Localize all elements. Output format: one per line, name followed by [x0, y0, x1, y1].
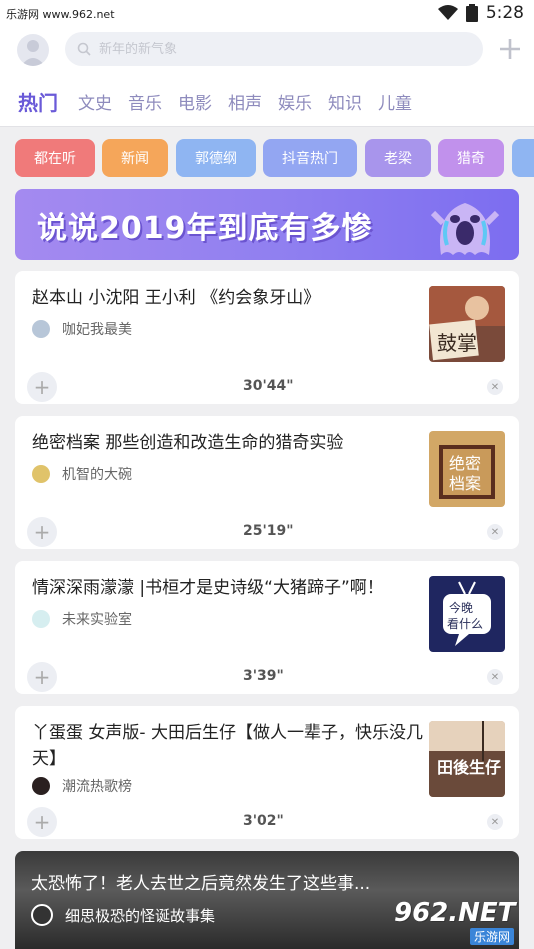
- header-divider: [0, 126, 534, 127]
- chip-5[interactable]: 猎奇: [438, 139, 504, 177]
- add-to-playlist-button[interactable]: +: [27, 807, 57, 837]
- banner-text: 说说2019年到底有多惨: [37, 211, 373, 246]
- svg-text:档案: 档案: [449, 474, 481, 493]
- audio-card[interactable]: 丫蛋蛋 女声版- 大田后生仔【做人一辈子，快乐没几天】 潮流热歌榜 田後生仔 +…: [15, 706, 519, 839]
- battery-icon: [465, 4, 478, 22]
- tab-hot[interactable]: 热门: [18, 87, 58, 116]
- dismiss-button[interactable]: ✕: [487, 814, 503, 830]
- card-title: 丫蛋蛋 女声版- 大田后生仔【做人一辈子，快乐没几天】: [32, 723, 423, 769]
- topic-chips: 都在听 新闻 郭德纲 抖音热门 老梁 猎奇: [15, 139, 534, 177]
- tab-kids[interactable]: 儿童: [378, 89, 412, 114]
- audio-card[interactable]: 赵本山 小沈阳 王小利 《约会象牙山》 咖妃我最美 鼓掌 + 30'44" ✕: [15, 271, 519, 404]
- user-icon: [21, 40, 45, 66]
- author-avatar: [31, 904, 53, 926]
- author-avatar: [32, 610, 50, 628]
- card-thumbnail: 田後生仔: [429, 721, 505, 797]
- tab-entertainment[interactable]: 娱乐: [278, 89, 312, 114]
- dismiss-button[interactable]: ✕: [487, 669, 503, 685]
- wifi-icon: [437, 5, 458, 20]
- tab-knowledge[interactable]: 知识: [328, 89, 362, 114]
- card-thumbnail: 鼓掌: [429, 286, 505, 362]
- search-bar[interactable]: [65, 32, 483, 66]
- card-duration: 3'02": [243, 813, 284, 829]
- audio-card[interactable]: 绝密档案 那些创造和改造生命的猎奇实验 机智的大碗 绝密 档案 + 25'19"…: [15, 416, 519, 549]
- tab-crosstalk[interactable]: 相声: [228, 89, 262, 114]
- add-to-playlist-button[interactable]: +: [27, 517, 57, 547]
- card-thumbnail: 绝密 档案: [429, 431, 505, 507]
- chip-3[interactable]: 抖音热门: [263, 139, 357, 177]
- card-duration: 25'19": [243, 523, 294, 539]
- carrier-text: 乐游网 www.962.net: [6, 8, 115, 21]
- chip-1[interactable]: 新闻: [102, 139, 168, 177]
- svg-text:田後生仔: 田後生仔: [437, 758, 501, 777]
- user-avatar[interactable]: [17, 34, 49, 66]
- search-icon: [77, 42, 91, 56]
- author-name: 潮流热歌榜: [62, 779, 132, 795]
- author-name: 机智的大碗: [62, 467, 132, 483]
- video-author: 细思极恐的怪诞故事集: [31, 904, 215, 926]
- author-avatar: [32, 465, 50, 483]
- search-input[interactable]: [99, 41, 439, 57]
- dismiss-button[interactable]: ✕: [487, 524, 503, 540]
- add-to-playlist-button[interactable]: +: [27, 662, 57, 692]
- dismiss-button[interactable]: ✕: [487, 379, 503, 395]
- watermark-main: 962.NET: [394, 898, 516, 928]
- status-icons: 5:28: [437, 3, 524, 23]
- card-duration: 3'39": [243, 668, 284, 684]
- audio-card[interactable]: 情深深雨濛濛 |书桓才是史诗级“大猪蹄子”啊！ 未来实验室 今晚 看什么 + 3…: [15, 561, 519, 694]
- author-name: 咖妃我最美: [62, 322, 132, 338]
- promo-banner[interactable]: 说说2019年到底有多惨: [15, 189, 519, 260]
- tab-music[interactable]: 音乐: [128, 89, 162, 114]
- card-author: 机智的大碗: [32, 464, 132, 484]
- svg-text:鼓掌: 鼓掌: [437, 331, 477, 355]
- author-avatar: [32, 320, 50, 338]
- svg-text:今晚: 今晚: [449, 600, 473, 615]
- svg-text:看什么: 看什么: [447, 617, 483, 631]
- watermark-sub: 乐游网: [470, 928, 515, 945]
- tab-history[interactable]: 文史: [78, 89, 112, 114]
- video-title: 太恐怖了！老人去世之后竟然发生了这些事...: [31, 874, 371, 894]
- chip-4[interactable]: 老梁: [365, 139, 431, 177]
- chip-2[interactable]: 郭德纲: [176, 139, 256, 177]
- svg-text:绝密: 绝密: [449, 454, 481, 473]
- tab-movie[interactable]: 电影: [178, 89, 212, 114]
- crying-ghost-icon: [430, 203, 500, 255]
- chip-0[interactable]: 都在听: [15, 139, 95, 177]
- header: 热门 文史 音乐 电影 相声 娱乐 知识 儿童: [0, 26, 534, 126]
- author-name: 细思极恐的怪诞故事集: [65, 906, 216, 925]
- add-icon[interactable]: [496, 35, 524, 63]
- site-watermark: 962.NET 乐游网: [390, 898, 528, 945]
- card-title: 情深深雨濛濛 |书桓才是史诗级“大猪蹄子”啊！: [32, 578, 384, 598]
- card-author: 咖妃我最美: [32, 319, 132, 339]
- card-author: 潮流热歌榜: [32, 776, 132, 796]
- author-avatar: [32, 777, 50, 795]
- card-thumbnail: 今晚 看什么: [429, 576, 505, 652]
- card-title: 赵本山 小沈阳 王小利 《约会象牙山》: [32, 288, 321, 308]
- author-name: 未来实验室: [62, 612, 132, 628]
- status-bar: 乐游网 www.962.net 5:28: [0, 0, 534, 26]
- card-duration: 30'44": [243, 378, 294, 394]
- card-author: 未来实验室: [32, 609, 132, 629]
- chip-6[interactable]: [512, 139, 534, 177]
- clock: 5:28: [485, 3, 524, 23]
- category-tabs: 热门 文史 音乐 电影 相声 娱乐 知识 儿童: [0, 84, 534, 118]
- card-title: 绝密档案 那些创造和改造生命的猎奇实验: [32, 433, 344, 453]
- add-to-playlist-button[interactable]: +: [27, 372, 57, 402]
